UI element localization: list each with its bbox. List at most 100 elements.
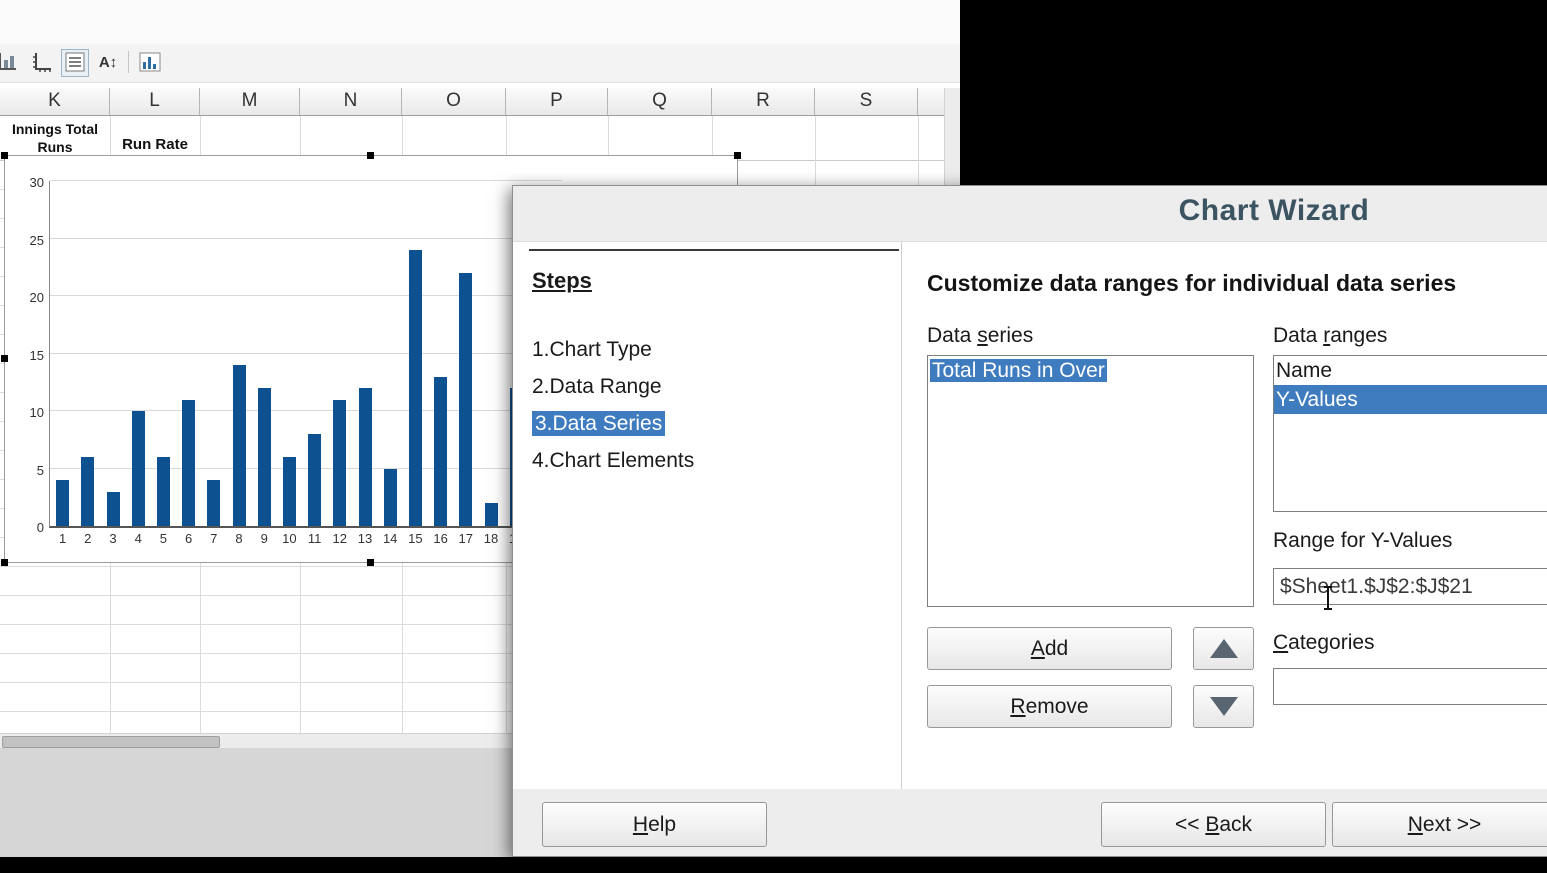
- wizard-step-1-chart-type[interactable]: 1.Chart Type: [532, 338, 694, 375]
- wizard-step-2-data-range[interactable]: 2.Data Range: [532, 375, 694, 412]
- cell-run-rate[interactable]: Run Rate: [110, 116, 200, 158]
- next-button[interactable]: Next >>: [1332, 802, 1547, 847]
- x-axis-label: 15: [403, 531, 428, 546]
- wizard-step-3-data-series[interactable]: 3.Data Series: [532, 412, 694, 449]
- column-header-o[interactable]: O: [402, 88, 506, 115]
- dialog-footer: Help << Back Next >>: [513, 789, 1547, 856]
- steps-heading: Steps: [532, 268, 592, 294]
- back-button[interactable]: << Back: [1101, 802, 1326, 847]
- move-down-button[interactable]: [1193, 685, 1254, 728]
- bar-over-8[interactable]: [233, 365, 246, 526]
- page-caption: Customize data ranges for individual dat…: [927, 270, 1456, 297]
- x-axis-label: 8: [226, 531, 251, 546]
- range-item-y-values[interactable]: Y-Values: [1274, 385, 1547, 414]
- range-item-name[interactable]: Name: [1274, 356, 1547, 385]
- chart-resize-handle[interactable]: [367, 152, 374, 159]
- column-header-p[interactable]: P: [506, 88, 608, 115]
- chart-resize-handle[interactable]: [1, 152, 8, 159]
- x-axis-label: 17: [453, 531, 478, 546]
- x-axis-label: 1: [50, 531, 75, 546]
- x-axis-label: 11: [302, 531, 327, 546]
- chart-resize-handle[interactable]: [1, 559, 8, 566]
- bar-over-17[interactable]: [459, 273, 472, 526]
- column-header-r[interactable]: R: [712, 88, 815, 115]
- chart-gridline: [50, 410, 562, 411]
- bar-over-4[interactable]: [132, 411, 145, 526]
- dialog-title: Chart Wizard: [513, 194, 1547, 228]
- wizard-step-4-chart-elements[interactable]: 4.Chart Elements: [532, 449, 694, 486]
- bar-over-5[interactable]: [157, 457, 170, 526]
- steps-divider: [529, 249, 899, 251]
- column-header-n[interactable]: N: [300, 88, 402, 115]
- chart-gridline: [50, 468, 562, 469]
- scale-text-icon[interactable]: A↕: [94, 49, 122, 77]
- bar-over-3[interactable]: [107, 492, 120, 527]
- bar-over-1[interactable]: [56, 480, 69, 526]
- data-ranges-listbox[interactable]: NameY-Values: [1273, 355, 1547, 512]
- data-table-icon[interactable]: [61, 49, 89, 77]
- column-header-row: KLMNOPQRS: [0, 88, 960, 116]
- range-for-y-values-input[interactable]: [1273, 568, 1547, 605]
- chart-resize-handle[interactable]: [734, 152, 741, 159]
- move-up-button[interactable]: [1193, 627, 1254, 670]
- chart-toolbar: A↕: [0, 44, 960, 83]
- wizard-steps-panel: Steps 1.Chart Type2.Data Range3.Data Ser…: [513, 242, 902, 790]
- x-axis-label: 3: [100, 531, 125, 546]
- y-axis-label: 0: [6, 520, 44, 535]
- y-axis-label: 20: [6, 290, 44, 305]
- bar-over-15[interactable]: [409, 250, 422, 526]
- x-axis-label: 10: [277, 531, 302, 546]
- bar-over-7[interactable]: [207, 480, 220, 526]
- dialog-body: Steps 1.Chart Type2.Data Range3.Data Ser…: [513, 241, 1547, 791]
- range-for-y-values-label: Range for Y-Values: [1273, 529, 1452, 553]
- help-button[interactable]: Help: [542, 802, 767, 847]
- axes-icon[interactable]: [28, 49, 56, 77]
- bar-over-14[interactable]: [384, 469, 397, 527]
- bar-over-18[interactable]: [485, 503, 498, 526]
- cell-innings-total-runs[interactable]: Innings Total Runs: [0, 118, 110, 158]
- chart-gridline: [50, 238, 562, 239]
- bar-over-13[interactable]: [359, 388, 372, 526]
- categories-input[interactable]: [1273, 668, 1547, 705]
- bar-over-6[interactable]: [182, 400, 195, 527]
- x-axis-label: 16: [428, 531, 453, 546]
- y-axis-label: 15: [6, 348, 44, 363]
- add-button[interactable]: Add: [927, 627, 1172, 670]
- x-axis-label: 13: [352, 531, 377, 546]
- bar-over-2[interactable]: [81, 457, 94, 526]
- wizard-content: Customize data ranges for individual dat…: [902, 242, 1547, 790]
- scrollbar-thumb[interactable]: [2, 736, 220, 748]
- column-header-q[interactable]: Q: [608, 88, 712, 115]
- bar-over-10[interactable]: [283, 457, 296, 526]
- y-axis-label: 25: [6, 233, 44, 248]
- up-arrow-icon: [1210, 639, 1238, 658]
- bar-over-12[interactable]: [333, 400, 346, 527]
- x-axis-label: 2: [75, 531, 100, 546]
- chart-resize-handle[interactable]: [367, 559, 374, 566]
- y-axis-label: 5: [6, 463, 44, 478]
- series-item-total-runs-in-over[interactable]: Total Runs in Over: [928, 356, 1253, 385]
- bar-over-11[interactable]: [308, 434, 321, 526]
- chart-type-icon[interactable]: [136, 49, 164, 77]
- x-axis-label: 18: [478, 531, 503, 546]
- column-header-m[interactable]: M: [200, 88, 300, 115]
- data-ranges-label: Data ranges: [1273, 324, 1387, 348]
- menubar-area: [0, 0, 960, 44]
- partial-chart-icon[interactable]: [0, 49, 21, 77]
- y-axis-label: 30: [6, 175, 44, 190]
- bar-over-9[interactable]: [258, 388, 271, 526]
- data-series-label: Data series: [927, 324, 1033, 348]
- down-arrow-icon: [1210, 697, 1238, 716]
- column-header-l[interactable]: L: [110, 88, 200, 115]
- column-header-k[interactable]: K: [0, 88, 110, 115]
- data-series-listbox[interactable]: Total Runs in Over: [927, 355, 1254, 607]
- column-header-s[interactable]: S: [815, 88, 918, 115]
- x-axis-label: 9: [252, 531, 277, 546]
- steps-list: 1.Chart Type2.Data Range3.Data Series4.C…: [532, 338, 694, 486]
- remove-button[interactable]: Remove: [927, 685, 1172, 728]
- categories-label: Categories: [1273, 631, 1375, 655]
- chart-gridline: [50, 180, 562, 181]
- ibeam-cursor: [1327, 586, 1329, 610]
- bar-over-16[interactable]: [434, 377, 447, 527]
- y-axis-label: 10: [6, 405, 44, 420]
